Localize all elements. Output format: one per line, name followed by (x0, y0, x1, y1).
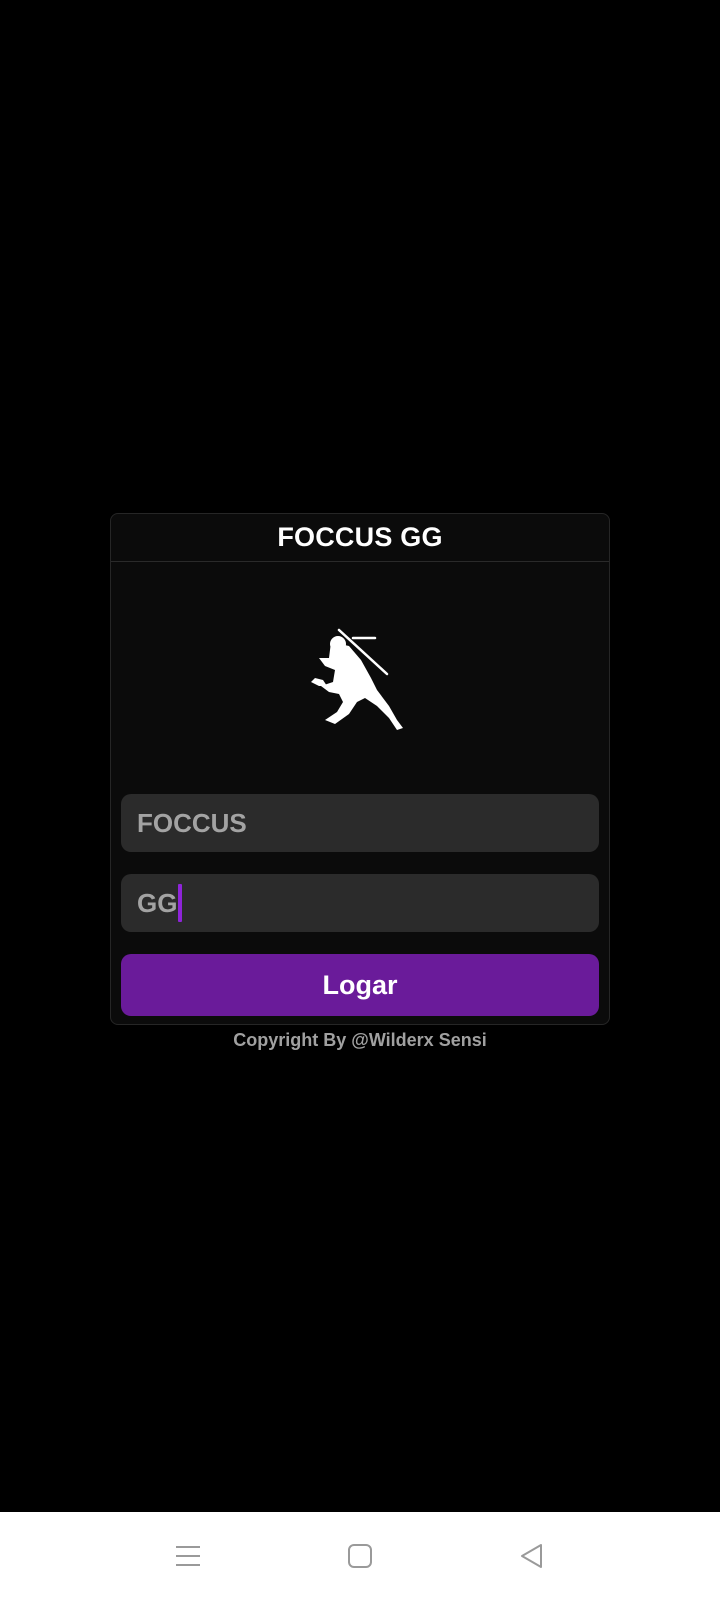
login-card: FOCCUS GG FOCCUS GG Logar (110, 513, 610, 1025)
login-button[interactable]: Logar (121, 954, 599, 1016)
login-screen: FOCCUS GG FOCCUS GG Logar Copyright By @… (0, 0, 720, 1600)
username-field[interactable]: FOCCUS (121, 794, 599, 852)
back-button[interactable] (508, 1532, 556, 1580)
app-title: FOCCUS GG (277, 522, 443, 552)
menu-button[interactable] (164, 1532, 212, 1580)
card-header: FOCCUS GG (111, 514, 609, 562)
ninja-silhouette-icon (311, 628, 403, 730)
logo (111, 624, 609, 734)
menu-icon (176, 1546, 200, 1566)
password-field[interactable]: GG (121, 874, 599, 932)
system-navigation-bar (0, 1512, 720, 1600)
home-square-icon (348, 1544, 372, 1568)
username-value: FOCCUS (137, 807, 247, 838)
back-triangle-icon (521, 1544, 542, 1568)
copyright-text: Copyright By @Wilderx Sensi (233, 1030, 487, 1050)
home-button[interactable] (336, 1532, 384, 1580)
text-cursor (178, 884, 183, 922)
password-value: GG (137, 887, 178, 918)
